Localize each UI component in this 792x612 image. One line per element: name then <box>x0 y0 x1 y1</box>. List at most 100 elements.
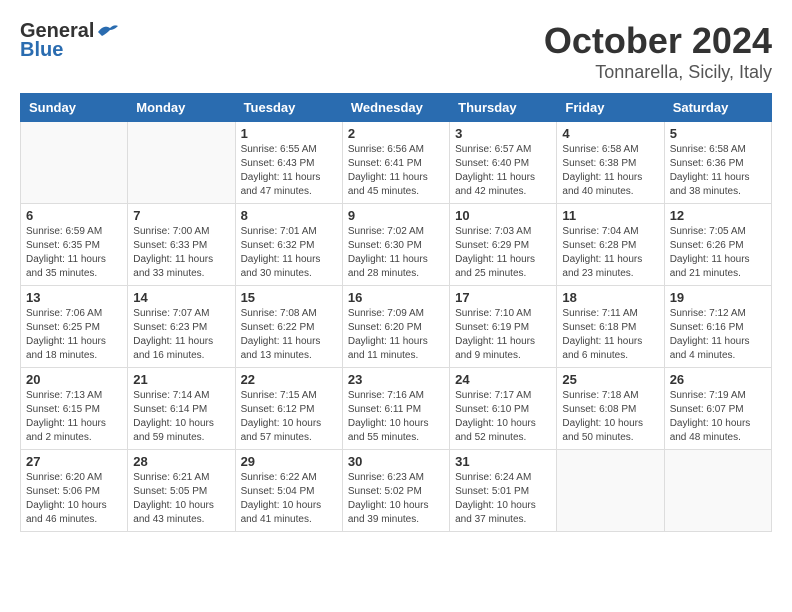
calendar-cell: 5Sunrise: 6:58 AMSunset: 6:36 PMDaylight… <box>664 122 771 204</box>
day-number: 18 <box>562 290 658 305</box>
day-number: 6 <box>26 208 122 223</box>
day-number: 21 <box>133 372 229 387</box>
day-number: 11 <box>562 208 658 223</box>
day-info: Sunrise: 7:08 AM Sunset: 6:22 PM Daylight:… <box>241 307 337 363</box>
daylight-hours: Daylight: 10 hours and 48 minutes. <box>670 418 751 443</box>
day-number: 4 <box>562 126 658 141</box>
calendar-cell: 3Sunrise: 6:57 AMSunset: 6:40 PMDaylight… <box>450 122 557 204</box>
time-info: Sunrise: 6:59 AM <box>26 226 102 237</box>
time-info: Sunrise: 7:08 AM <box>241 308 317 319</box>
daylight-hours: Daylight: 10 hours and 55 minutes. <box>348 418 429 443</box>
col-saturday: Saturday <box>664 94 771 122</box>
day-number: 31 <box>455 454 551 469</box>
daylight-hours: Daylight: 11 hours and 18 minutes. <box>26 336 106 361</box>
day-number: 30 <box>348 454 444 469</box>
day-info: Sunrise: 7:11 AM Sunset: 6:18 PM Daylight:… <box>562 307 658 363</box>
day-number: 23 <box>348 372 444 387</box>
calendar-cell: 12Sunrise: 7:05 AMSunset: 6:26 PMDayligh… <box>664 204 771 286</box>
time-info: Sunrise: 6:55 AM <box>241 144 317 155</box>
daylight-hours: Daylight: 11 hours and 25 minutes. <box>455 254 535 279</box>
day-info: Sunrise: 7:10 AMSunset: 6:19 PMDaylight:… <box>455 307 551 363</box>
time-info: Sunset: 6:14 PM <box>133 404 207 415</box>
day-number: 26 <box>670 372 766 387</box>
day-info: Sunrise: 7:14 AMSunset: 6:14 PMDaylight:… <box>133 389 229 445</box>
day-info: Sunrise: 7:09 AMSunset: 6:20 PMDaylight:… <box>348 307 444 363</box>
time-info: Sunrise: 7:11 AM <box>562 308 637 319</box>
time-info: Sunset: 6:22 PM <box>241 322 315 333</box>
time-info: Sunset: 6:20 PM <box>348 322 422 333</box>
calendar-cell: 31 Sunrise: 6:24 AM Sunset: 5:01 PM Dayligh… <box>450 450 557 532</box>
week-row-2: 6Sunrise: 6:59 AMSunset: 6:35 PMDaylight… <box>21 204 772 286</box>
daylight-hours: Daylight: 11 hours and 4 minutes. <box>670 336 750 361</box>
time-info: Sunset: 6:33 PM <box>133 240 207 251</box>
calendar-cell: 29Sunrise: 6:22 AMSunset: 5:04 PMDayligh… <box>235 450 342 532</box>
day-info: Sunrise: 6:20 AMSunset: 5:06 PMDaylight:… <box>26 471 122 527</box>
time-info: Sunset: 6:28 PM <box>562 240 636 251</box>
logo: General Blue <box>20 20 120 62</box>
daylight-hours: Daylight: 10 hours and 59 minutes. <box>133 418 214 443</box>
daylight-hours: Daylight: 11 hours and 38 minutes. <box>670 172 750 197</box>
daylight-hours: Daylight: 10 hours and 57 minutes. <box>241 418 322 443</box>
daylight-hours: Daylight: 10 hours and 37 minutes. <box>455 500 536 525</box>
calendar-subtitle: Tonnarella, Sicily, Italy <box>544 62 772 83</box>
daylight-hours: Daylight: 11 hours and 28 minutes. <box>348 254 428 279</box>
daylight-hours: Daylight: 11 hours and 30 minutes. <box>241 254 321 279</box>
day-info: Sunrise: 7:00 AM Sunset: 6:33 PM Daylight:… <box>133 225 229 281</box>
time-info: Sunrise: 7:18 AM <box>562 390 638 401</box>
time-info: Sunset: 6:23 PM <box>133 322 207 333</box>
time-info: Sunset: 5:01 PM <box>455 486 529 497</box>
daylight-hours: Daylight: 11 hours and 33 minutes. <box>133 254 213 279</box>
time-info: Sunset: 5:02 PM <box>348 486 422 497</box>
daylight-hours: Daylight: 11 hours and 13 minutes. <box>241 336 321 361</box>
calendar-cell: 10Sunrise: 7:03 AMSunset: 6:29 PMDayligh… <box>450 204 557 286</box>
time-info: Sunrise: 7:09 AM <box>348 308 424 319</box>
time-info: Sunset: 6:25 PM <box>26 322 100 333</box>
col-sunday: Sunday <box>21 94 128 122</box>
time-info: Sunset: 5:04 PM <box>241 486 315 497</box>
week-row-3: 13Sunrise: 7:06 AMSunset: 6:25 PMDayligh… <box>21 286 772 368</box>
title-block: October 2024 Tonnarella, Sicily, Italy <box>544 20 772 83</box>
time-info: Sunrise: 7:02 AM <box>348 226 424 237</box>
time-info: Sunrise: 7:00 AM <box>133 226 209 237</box>
day-info: Sunrise: 6:21 AMSunset: 5:05 PMDaylight:… <box>133 471 229 527</box>
day-info: Sunrise: 7:07 AMSunset: 6:23 PMDaylight:… <box>133 307 229 363</box>
time-info: Sunrise: 6:21 AM <box>133 472 209 483</box>
daylight-hours: Daylight: 11 hours and 9 minutes. <box>455 336 535 361</box>
time-info: Sunrise: 6:24 AM <box>455 472 531 483</box>
calendar-cell: 17Sunrise: 7:10 AMSunset: 6:19 PMDayligh… <box>450 286 557 368</box>
time-info: Sunset: 6:19 PM <box>455 322 529 333</box>
daylight-hours: Daylight: 10 hours and 52 minutes. <box>455 418 536 443</box>
day-info: Sunrise: 6:22 AMSunset: 5:04 PMDaylight:… <box>241 471 337 527</box>
day-number: 19 <box>670 290 766 305</box>
day-info: Sunrise: 7:02 AMSunset: 6:30 PMDaylight:… <box>348 225 444 281</box>
time-info: Sunrise: 6:58 AM <box>562 144 638 155</box>
calendar-cell: 9 Sunrise: 7:02 AMSunset: 6:30 PMDaylight… <box>342 204 449 286</box>
time-info: Sunset: 6:07 PM <box>670 404 744 415</box>
time-info: Sunrise: 7:15 AM <box>241 390 317 401</box>
time-info: Sunrise: 7:07 AM <box>133 308 209 319</box>
day-number: 27 <box>26 454 122 469</box>
day-info: Sunrise: 7:01 AMSunset: 6:32 PMDaylight:… <box>241 225 337 281</box>
page-header: General Blue October 2024 Tonnarella, Si… <box>20 20 772 83</box>
daylight-hours: Daylight: 11 hours and 47 minutes. <box>241 172 321 197</box>
calendar-cell: 28Sunrise: 6:21 AMSunset: 5:05 PMDayligh… <box>128 450 235 532</box>
day-info: Sunrise: 7:15 AMSunset: 6:12 PMDaylight:… <box>241 389 337 445</box>
time-info: Sunrise: 6:57 AM <box>455 144 531 155</box>
time-info: Sunset: 6:32 PM <box>241 240 315 251</box>
calendar-cell: 19Sunrise: 7:12 AMSunset: 6:16 PMDayligh… <box>664 286 771 368</box>
time-info: Sunset: 6:18 PM <box>562 322 636 333</box>
calendar-cell: 13Sunrise: 7:06 AMSunset: 6:25 PMDayligh… <box>21 286 128 368</box>
time-info: Sunrise: 7:05 AM <box>670 226 746 237</box>
day-number: 10 <box>455 208 551 223</box>
day-number: 9 <box>348 208 444 223</box>
calendar-cell: 1Sunrise: 6:55 AMSunset: 6:43 PMDaylight… <box>235 122 342 204</box>
day-number: 12 <box>670 208 766 223</box>
time-info: Sunrise: 7:12 AM <box>670 308 746 319</box>
day-info: Sunrise: 6:57 AMSunset: 6:40 PMDaylight:… <box>455 143 551 199</box>
time-info: Sunrise: 6:56 AM <box>348 144 424 155</box>
day-number: 5 <box>670 126 766 141</box>
week-row-1: 1Sunrise: 6:55 AMSunset: 6:43 PMDaylight… <box>21 122 772 204</box>
calendar-cell: 7Sunrise: 7:00 AMSunset: 6:33 PMDaylight… <box>128 204 235 286</box>
time-info: Sunset: 6:11 PM <box>348 404 421 415</box>
daylight-hours: Daylight: 11 hours and 6 minutes. <box>562 336 642 361</box>
